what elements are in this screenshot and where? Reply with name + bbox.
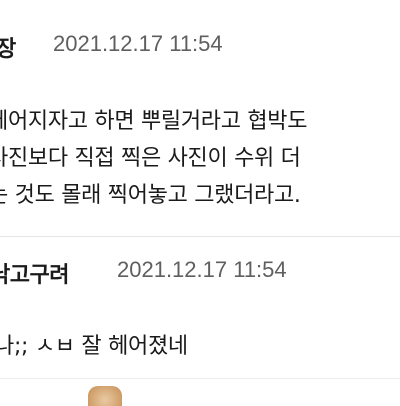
- comment-text-line: 사진보다 직접 찍은 사진이 수위 더: [0, 146, 301, 171]
- comment-author[interactable]: 장: [0, 31, 16, 63]
- comment-timestamp: 2021.12.17 11:54: [53, 31, 223, 56]
- avatar[interactable]: [88, 386, 122, 406]
- comment-text-line: 는 것도 몰래 찍어놓고 그랬더라고.: [0, 183, 301, 208]
- next-comment-peek: [0, 378, 400, 401]
- comment-text-line: 헤어지자고 하면 뿌릴거라고 협박도: [0, 109, 308, 134]
- comment-item: 낙고구려 2021.12.17 11:54 나;; ㅅㅂ 잘 헤어졌네: [0, 236, 400, 378]
- comment-text-line: 나;; ㅅㅂ 잘 헤어졌네: [0, 334, 188, 359]
- comment-timestamp: 2021.12.17 11:54: [117, 257, 287, 282]
- comment-item: 장 2021.12.17 11:54 헤어지자고 하면 뿌릴거라고 협박도 사진…: [0, 0, 400, 236]
- comment-author[interactable]: 낙고구려: [0, 257, 69, 289]
